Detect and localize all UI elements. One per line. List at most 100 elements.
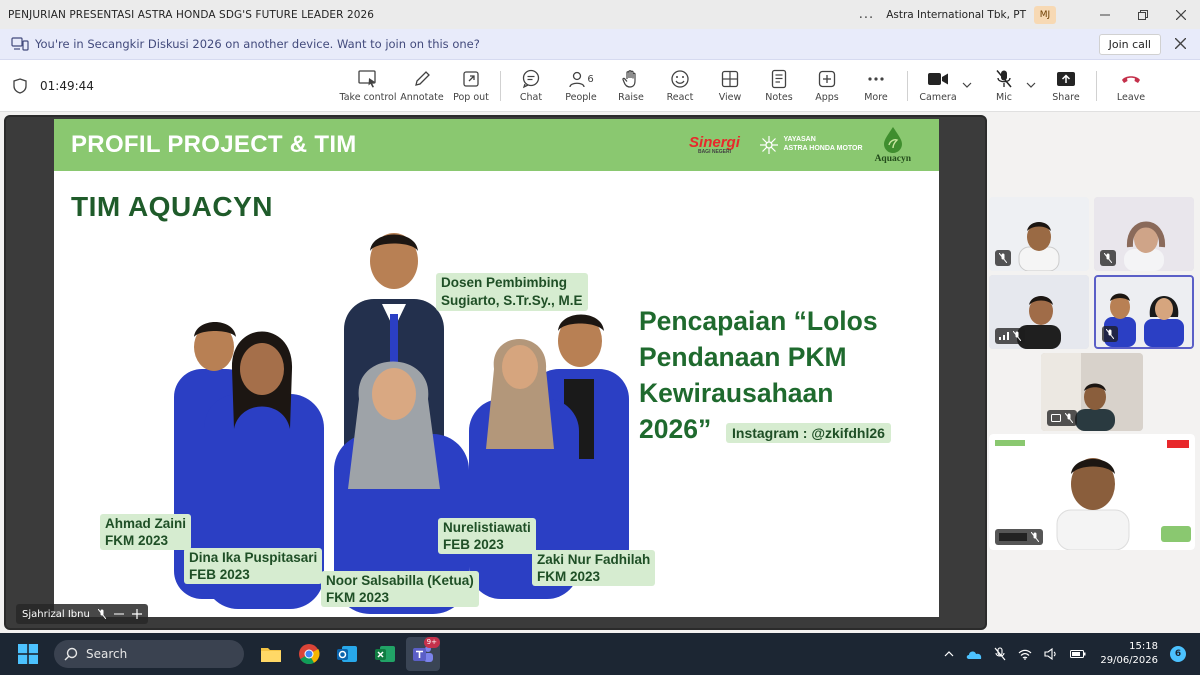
- file-explorer-app[interactable]: [254, 637, 288, 671]
- react-button[interactable]: React: [655, 60, 705, 112]
- device-notification-bar: You're in Secangkir Diskusi 2026 on anot…: [0, 29, 1200, 60]
- member-dina-name: Dina Ika Puspitasari: [189, 550, 318, 565]
- meeting-stage: PROFIL PROJECT & TIM Sinergi BAGI NEGERI…: [0, 113, 1200, 633]
- chevron-up-icon[interactable]: [944, 651, 954, 657]
- mic-off-icon: [1013, 331, 1021, 341]
- annotate-button[interactable]: Annotate: [396, 60, 448, 112]
- toolbar-divider: [1096, 70, 1097, 101]
- windows-taskbar: Search 9+ 15:18 29/06/2026 6: [0, 633, 1200, 675]
- camera-icon: [928, 73, 948, 85]
- system-clock[interactable]: 15:18 29/06/2026: [1100, 640, 1158, 668]
- participant-tile-large[interactable]: [989, 434, 1195, 550]
- mic-off-icon: [996, 70, 1012, 88]
- more-actions-button[interactable]: More: [851, 60, 901, 112]
- raise-label: Raise: [618, 92, 644, 103]
- screen-share-icon: [1051, 414, 1061, 422]
- pin-icon[interactable]: [131, 609, 142, 619]
- camera-options-chevron[interactable]: [962, 80, 972, 91]
- raise-hand-icon: [622, 70, 636, 88]
- screen-share-icon: [999, 533, 1027, 541]
- smiley-icon: [671, 70, 689, 88]
- signal-bars-icon: [999, 332, 1009, 340]
- participant-tile-active[interactable]: [1094, 275, 1194, 349]
- view-label: View: [718, 92, 742, 103]
- wifi-icon[interactable]: [1018, 649, 1032, 660]
- mic-off-icon[interactable]: [994, 647, 1006, 661]
- mic-off-icon: [1031, 532, 1039, 542]
- minimize-icon: [1100, 14, 1110, 15]
- minimize-button[interactable]: [1086, 0, 1124, 29]
- view-button[interactable]: View: [705, 60, 755, 112]
- toolbar-divider: [500, 70, 501, 101]
- member-nurel-label: Nurelistiawati FEB 2023: [438, 518, 536, 554]
- pop-out-label: Pop out: [453, 92, 489, 103]
- taskbar-search-label: Search: [86, 647, 128, 661]
- leave-button[interactable]: Leave: [1103, 60, 1159, 112]
- raise-hand-button[interactable]: Raise: [607, 60, 655, 112]
- restore-icon: [1138, 9, 1148, 20]
- minimize-icon[interactable]: [113, 613, 124, 615]
- people-icon: [569, 71, 585, 88]
- chrome-app[interactable]: [292, 637, 326, 671]
- member-zaki-label: Zaki Nur Fadhilah FKM 2023: [532, 550, 656, 586]
- battery-icon[interactable]: [1070, 649, 1086, 659]
- dosen-label-line-1: Dosen Pembimbing: [441, 275, 568, 290]
- member-nurel-name: Nurelistiawati: [443, 520, 531, 535]
- member-ahmad-name: Ahmad Zaini: [105, 516, 187, 531]
- mic-label: Mic: [995, 92, 1013, 103]
- user-avatar[interactable]: MJ: [1034, 5, 1056, 24]
- folder-icon: [261, 648, 281, 662]
- apps-label: Apps: [815, 92, 839, 103]
- yayasan-line-1: YAYASAN: [783, 136, 816, 144]
- participant-tile-status: [995, 328, 1025, 344]
- mic-button[interactable]: Mic: [982, 60, 1026, 112]
- organization-name[interactable]: Astra International Tbk, PT: [886, 9, 1026, 21]
- shared-screen-frame[interactable]: PROFIL PROJECT & TIM Sinergi BAGI NEGERI…: [4, 115, 987, 630]
- outlook-app[interactable]: [330, 637, 364, 671]
- notification-center-button[interactable]: 6: [1170, 646, 1186, 662]
- pop-out-button[interactable]: Pop out: [448, 60, 494, 112]
- achievement-line-2: Pendanaan PKM: [639, 342, 847, 372]
- member-ahmad-label: Ahmad Zaini FKM 2023: [100, 514, 192, 550]
- achievement-line-3: Kewirausahaan: [639, 378, 834, 408]
- leave-label: Leave: [1116, 92, 1146, 103]
- share-button[interactable]: Share: [1042, 60, 1090, 112]
- camera-label: Camera: [919, 92, 957, 103]
- more-options-button[interactable]: ...: [859, 7, 874, 22]
- participant-tile[interactable]: [1094, 197, 1194, 271]
- more-horizontal-icon: [868, 77, 884, 81]
- slide-header: PROFIL PROJECT & TIM Sinergi BAGI NEGERI…: [54, 119, 939, 171]
- onedrive-icon[interactable]: [966, 649, 982, 659]
- camera-button[interactable]: Camera: [914, 60, 962, 112]
- apps-button[interactable]: Apps: [803, 60, 851, 112]
- instagram-handle: Instagram : @zkifdhl26: [726, 423, 891, 443]
- meeting-toolbar: 01:49:44 Take control Annotate Pop out C…: [0, 60, 1200, 112]
- join-call-button[interactable]: Join call: [1098, 33, 1161, 55]
- people-label: People: [565, 92, 597, 103]
- restore-button[interactable]: [1124, 0, 1162, 29]
- participant-tile[interactable]: [1041, 353, 1143, 431]
- speaker-icon[interactable]: [1044, 648, 1058, 660]
- mic-off-icon: [1065, 413, 1073, 423]
- participant-tile-status: [1047, 410, 1077, 426]
- windows-start-icon[interactable]: [18, 644, 38, 664]
- excel-app[interactable]: [368, 637, 402, 671]
- presenter-name: Sjahrizal Ibnu: [22, 608, 90, 620]
- close-icon: [1174, 37, 1187, 50]
- close-window-button[interactable]: [1162, 0, 1200, 29]
- dismiss-notification-button[interactable]: [1174, 35, 1187, 53]
- taskbar-search-box[interactable]: Search: [54, 640, 244, 668]
- teams-app[interactable]: 9+: [406, 637, 440, 671]
- notes-button[interactable]: Notes: [755, 60, 803, 112]
- mic-options-chevron[interactable]: [1026, 80, 1036, 91]
- member-zaki-name: Zaki Nur Fadhilah: [537, 552, 651, 567]
- hang-up-icon: [1122, 76, 1140, 83]
- participant-tile[interactable]: [989, 275, 1089, 349]
- take-control-button[interactable]: Take control: [340, 60, 397, 112]
- member-dina-label: Dina Ika Puspitasari FEB 2023: [184, 548, 323, 584]
- participant-tile[interactable]: [989, 197, 1089, 271]
- participant-tile-status: [1102, 326, 1118, 342]
- people-button[interactable]: 6 People: [555, 60, 607, 112]
- chat-button[interactable]: Chat: [507, 60, 555, 112]
- pen-icon: [415, 71, 430, 86]
